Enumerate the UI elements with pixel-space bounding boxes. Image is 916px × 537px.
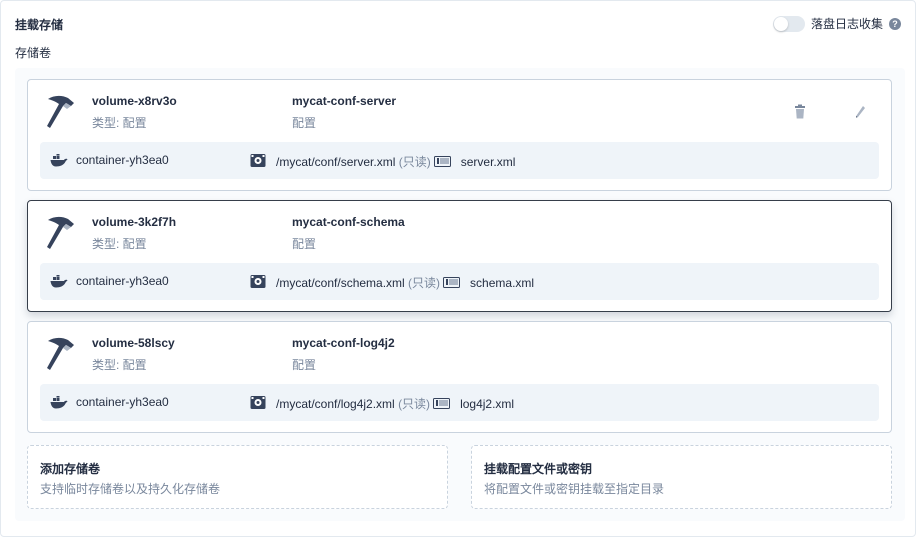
- mount-mode: (只读): [408, 276, 441, 290]
- file-icon: [443, 277, 461, 288]
- config-type: 配置: [292, 116, 317, 130]
- disk-icon: [250, 275, 266, 288]
- file-name: server.xml: [460, 155, 516, 169]
- disk-icon: [250, 154, 266, 167]
- disk-icon: [250, 396, 266, 409]
- add-volume-desc: 支持临时存储卷以及持久化存储卷: [40, 482, 221, 496]
- hammer-icon: [47, 95, 74, 128]
- volume-name: volume-x8rv3o: [92, 94, 177, 108]
- volumes-subtitle: 存储卷: [15, 46, 52, 60]
- volumes-panel: volume-x8rv3o 类型: 配置 mycat-conf-server 配…: [15, 68, 905, 521]
- file-name: schema.xml: [470, 276, 535, 290]
- mount-mode: (只读): [398, 155, 431, 169]
- pencil-icon[interactable]: [852, 104, 868, 120]
- docker-icon: [50, 154, 68, 167]
- config-type: 配置: [292, 237, 317, 251]
- config-name: mycat-conf-schema: [292, 215, 405, 229]
- container-name: container-yh3ea0: [76, 153, 169, 167]
- log-collection-label: 落盘日志收集: [810, 17, 883, 31]
- mount-row: container-yh3ea0 /mycat/conf/schema.xml …: [40, 263, 879, 300]
- mount-path-line: /mycat/conf/schema.xml (只读) schema.xml: [276, 274, 534, 291]
- volume-card[interactable]: volume-3k2f7h 类型: 配置 mycat-conf-schema 配…: [27, 200, 892, 312]
- mount-storage-section: 挂载存储 落盘日志收集 ? 存储卷 volume-x8rv3o 类型: 配置 m…: [0, 0, 916, 537]
- mount-path: /mycat/conf/schema.xml: [276, 276, 405, 290]
- mount-row: container-yh3ea0 /mycat/conf/log4j2.xml …: [40, 384, 879, 421]
- mount-config-title: 挂载配置文件或密钥: [484, 462, 593, 476]
- file-icon: [433, 156, 451, 167]
- add-volume-title: 添加存储卷: [40, 462, 101, 476]
- volume-card[interactable]: volume-58lscy 类型: 配置 mycat-conf-log4j2 配…: [27, 321, 892, 433]
- mount-mode: (只读): [398, 397, 431, 411]
- config-name: mycat-conf-server: [292, 94, 397, 108]
- mount-path-line: /mycat/conf/server.xml (只读) server.xml: [276, 153, 515, 170]
- volume-type: 类型: 配置: [92, 358, 147, 372]
- hammer-icon: [47, 337, 74, 370]
- mount-path: /mycat/conf/log4j2.xml: [276, 397, 395, 411]
- volume-card[interactable]: volume-x8rv3o 类型: 配置 mycat-conf-server 配…: [27, 79, 892, 191]
- mount-config-desc: 将配置文件或密钥挂载至指定目录: [484, 482, 665, 496]
- hammer-icon: [47, 216, 74, 249]
- log-collection-switch[interactable]: [772, 15, 805, 32]
- container-name: container-yh3ea0: [76, 395, 169, 409]
- docker-icon: [50, 275, 68, 288]
- volume-name: volume-58lscy: [92, 336, 175, 350]
- mount-path-line: /mycat/conf/log4j2.xml (只读) log4j2.xml: [276, 395, 514, 412]
- volume-type: 类型: 配置: [92, 237, 147, 251]
- log-collection-toggle: 落盘日志收集 ?: [772, 15, 901, 32]
- container-name: container-yh3ea0: [76, 274, 169, 288]
- volume-name: volume-3k2f7h: [92, 215, 177, 229]
- config-type: 配置: [292, 358, 317, 372]
- mount-path: /mycat/conf/server.xml: [276, 155, 396, 169]
- help-icon[interactable]: ?: [889, 17, 901, 30]
- add-volume-button[interactable]: 添加存储卷 支持临时存储卷以及持久化存储卷: [27, 445, 448, 509]
- config-name: mycat-conf-log4j2: [292, 336, 395, 350]
- volume-type: 类型: 配置: [92, 116, 147, 130]
- mount-row: container-yh3ea0 /mycat/conf/server.xml …: [40, 142, 879, 179]
- file-icon: [433, 398, 451, 409]
- section-title: 挂载存储: [15, 18, 64, 32]
- mount-config-button[interactable]: 挂载配置文件或密钥 将配置文件或密钥挂载至指定目录: [471, 445, 892, 509]
- file-name: log4j2.xml: [460, 397, 515, 411]
- docker-icon: [50, 396, 68, 409]
- trash-icon[interactable]: [792, 104, 808, 120]
